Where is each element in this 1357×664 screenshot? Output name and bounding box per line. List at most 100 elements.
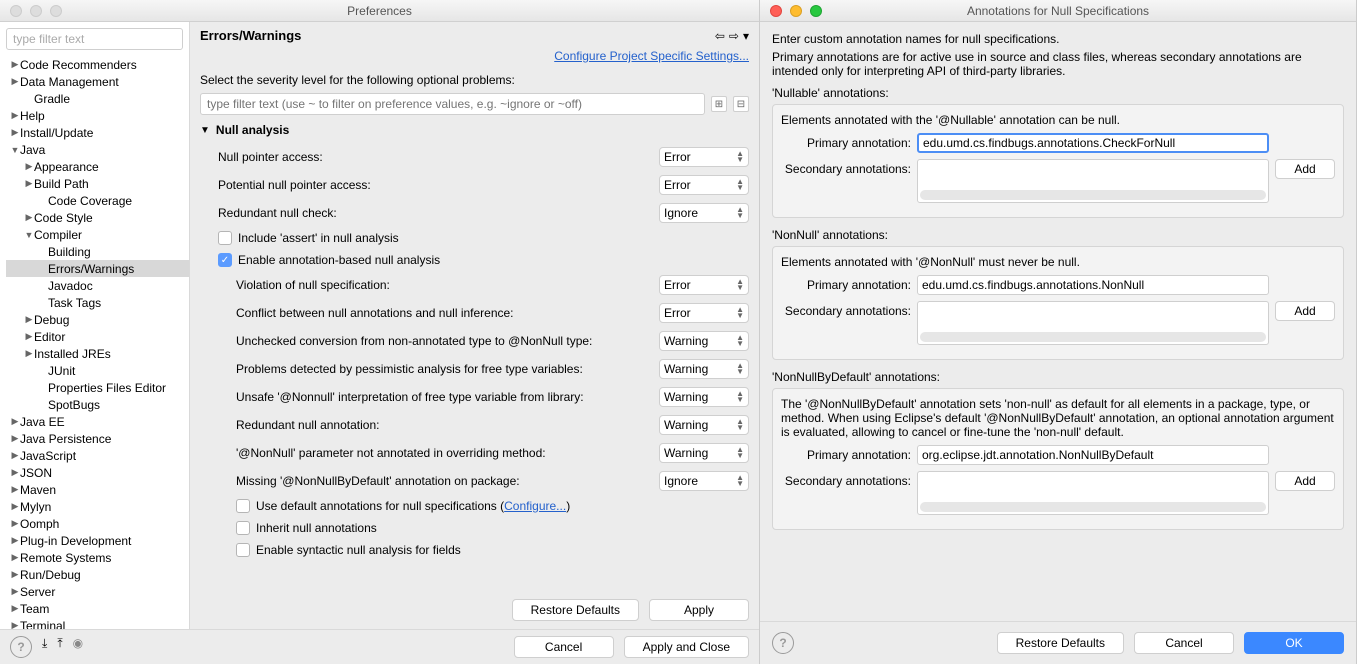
forward-icon[interactable]: ⇨ — [729, 29, 739, 43]
option-row: Potential null pointer access:Error▲▼ — [200, 171, 749, 199]
menu-icon[interactable]: ▾ — [743, 29, 749, 43]
group-title: 'Nullable' annotations: — [772, 86, 1344, 100]
tree-item[interactable]: ▶Appearance — [6, 158, 189, 175]
help-icon[interactable]: ? — [772, 632, 794, 654]
tree-item[interactable]: ▶Mylyn — [6, 498, 189, 515]
apply-close-button[interactable]: Apply and Close — [624, 636, 749, 658]
tree-item[interactable]: ▶Code Style — [6, 209, 189, 226]
syntactic-analysis-checkbox[interactable]: Enable syntactic null analysis for field… — [200, 539, 749, 561]
collapse-all-icon[interactable]: ⊟ — [733, 96, 749, 112]
preferences-window: Preferences ▶Code Recommenders▶Data Mana… — [0, 0, 760, 664]
option-label: Violation of null specification: — [236, 278, 651, 292]
option-label: Problems detected by pessimistic analysi… — [236, 362, 651, 376]
import-icon[interactable]: ⤓ — [42, 636, 47, 658]
primary-annotation-input[interactable] — [917, 445, 1269, 465]
problem-filter-input[interactable] — [200, 93, 705, 115]
tree-item[interactable]: ▶Team — [6, 600, 189, 617]
apply-button[interactable]: Apply — [649, 599, 749, 621]
section-header[interactable]: ▼Null analysis — [200, 123, 749, 137]
tree-item[interactable]: ▶Java EE — [6, 413, 189, 430]
severity-select[interactable]: Warning▲▼ — [659, 387, 749, 407]
option-row: Redundant null check:Ignore▲▼ — [200, 199, 749, 227]
severity-select[interactable]: Warning▲▼ — [659, 415, 749, 435]
tree-item[interactable]: ▶Run/Debug — [6, 566, 189, 583]
group-desc: Elements annotated with '@NonNull' must … — [781, 255, 1335, 269]
back-icon[interactable]: ⇦ — [715, 29, 725, 43]
primary-label: Primary annotation: — [781, 133, 911, 150]
inherit-annotations-checkbox[interactable]: Inherit null annotations — [200, 517, 749, 539]
severity-select[interactable]: Warning▲▼ — [659, 331, 749, 351]
tree-item[interactable]: Errors/Warnings — [6, 260, 189, 277]
tree-item[interactable]: ▶Plug-in Development — [6, 532, 189, 549]
secondary-annotations-list[interactable] — [917, 471, 1269, 515]
ok-button[interactable]: OK — [1244, 632, 1344, 654]
cancel-button[interactable]: Cancel — [514, 636, 614, 658]
intro-text-1: Enter custom annotation names for null s… — [772, 32, 1344, 46]
cancel-button[interactable]: Cancel — [1134, 632, 1234, 654]
primary-annotation-input[interactable] — [917, 275, 1269, 295]
tree-item[interactable]: Task Tags — [6, 294, 189, 311]
tree-item[interactable]: ▶Installed JREs — [6, 345, 189, 362]
tree-item[interactable]: Building — [6, 243, 189, 260]
severity-select[interactable]: Ignore▲▼ — [659, 471, 749, 491]
preferences-tree[interactable]: ▶Code Recommenders▶Data ManagementGradle… — [0, 56, 189, 629]
tree-item[interactable]: JUnit — [6, 362, 189, 379]
tree-item[interactable]: ▶Server — [6, 583, 189, 600]
tree-item[interactable]: ▶Debug — [6, 311, 189, 328]
tree-item[interactable]: ▶Remote Systems — [6, 549, 189, 566]
tree-item[interactable]: ▶Maven — [6, 481, 189, 498]
option-row: Unchecked conversion from non-annotated … — [200, 327, 749, 355]
tree-item[interactable]: ▶Oomph — [6, 515, 189, 532]
tree-item[interactable]: ▶Code Recommenders — [6, 56, 189, 73]
tree-item[interactable]: ▶Terminal — [6, 617, 189, 629]
tree-item[interactable]: ▶Data Management — [6, 73, 189, 90]
add-button[interactable]: Add — [1275, 301, 1335, 321]
tree-item[interactable]: Properties Files Editor — [6, 379, 189, 396]
expand-all-icon[interactable]: ⊞ — [711, 96, 727, 112]
restore-defaults-button[interactable]: Restore Defaults — [997, 632, 1124, 654]
severity-select[interactable]: Ignore▲▼ — [659, 203, 749, 223]
group-desc: The '@NonNullByDefault' annotation sets … — [781, 397, 1335, 439]
option-label: '@NonNull' parameter not annotated in ov… — [236, 446, 651, 460]
help-icon[interactable]: ? — [10, 636, 32, 658]
option-row: Conflict between null annotations and nu… — [200, 299, 749, 327]
window-title: Annotations for Null Specifications — [760, 4, 1356, 18]
severity-select[interactable]: Warning▲▼ — [659, 359, 749, 379]
tree-item[interactable]: ▶JavaScript — [6, 447, 189, 464]
severity-select[interactable]: Error▲▼ — [659, 147, 749, 167]
sidebar: ▶Code Recommenders▶Data ManagementGradle… — [0, 22, 190, 629]
enable-annotation-checkbox[interactable]: Enable annotation-based null analysis — [200, 249, 749, 271]
add-button[interactable]: Add — [1275, 471, 1335, 491]
tree-item[interactable]: Gradle — [6, 90, 189, 107]
tree-item[interactable]: ▶Java Persistence — [6, 430, 189, 447]
primary-label: Primary annotation: — [781, 445, 911, 462]
tree-item[interactable]: ▼Compiler — [6, 226, 189, 243]
project-settings-link[interactable]: Configure Project Specific Settings... — [554, 49, 749, 63]
use-default-annotations-checkbox[interactable]: Use default annotations for null specifi… — [200, 495, 749, 517]
secondary-label: Secondary annotations: — [781, 159, 911, 176]
tree-item[interactable]: ▶JSON — [6, 464, 189, 481]
sidebar-filter-input[interactable] — [6, 28, 183, 50]
secondary-label: Secondary annotations: — [781, 301, 911, 318]
tree-item[interactable]: ▶Help — [6, 107, 189, 124]
include-assert-checkbox[interactable]: Include 'assert' in null analysis — [200, 227, 749, 249]
record-icon[interactable]: ◉ — [73, 636, 83, 658]
tree-item[interactable]: ▼Java — [6, 141, 189, 158]
restore-defaults-button[interactable]: Restore Defaults — [512, 599, 639, 621]
primary-annotation-input[interactable] — [917, 133, 1269, 153]
tree-item[interactable]: Code Coverage — [6, 192, 189, 209]
tree-item[interactable]: Javadoc — [6, 277, 189, 294]
add-button[interactable]: Add — [1275, 159, 1335, 179]
secondary-annotations-list[interactable] — [917, 301, 1269, 345]
configure-link[interactable]: Configure... — [504, 499, 566, 513]
secondary-annotations-list[interactable] — [917, 159, 1269, 203]
tree-item[interactable]: SpotBugs — [6, 396, 189, 413]
severity-select[interactable]: Error▲▼ — [659, 175, 749, 195]
severity-select[interactable]: Error▲▼ — [659, 303, 749, 323]
severity-select[interactable]: Warning▲▼ — [659, 443, 749, 463]
tree-item[interactable]: ▶Install/Update — [6, 124, 189, 141]
export-icon[interactable]: ⤒ — [57, 636, 62, 658]
severity-select[interactable]: Error▲▼ — [659, 275, 749, 295]
tree-item[interactable]: ▶Build Path — [6, 175, 189, 192]
tree-item[interactable]: ▶Editor — [6, 328, 189, 345]
